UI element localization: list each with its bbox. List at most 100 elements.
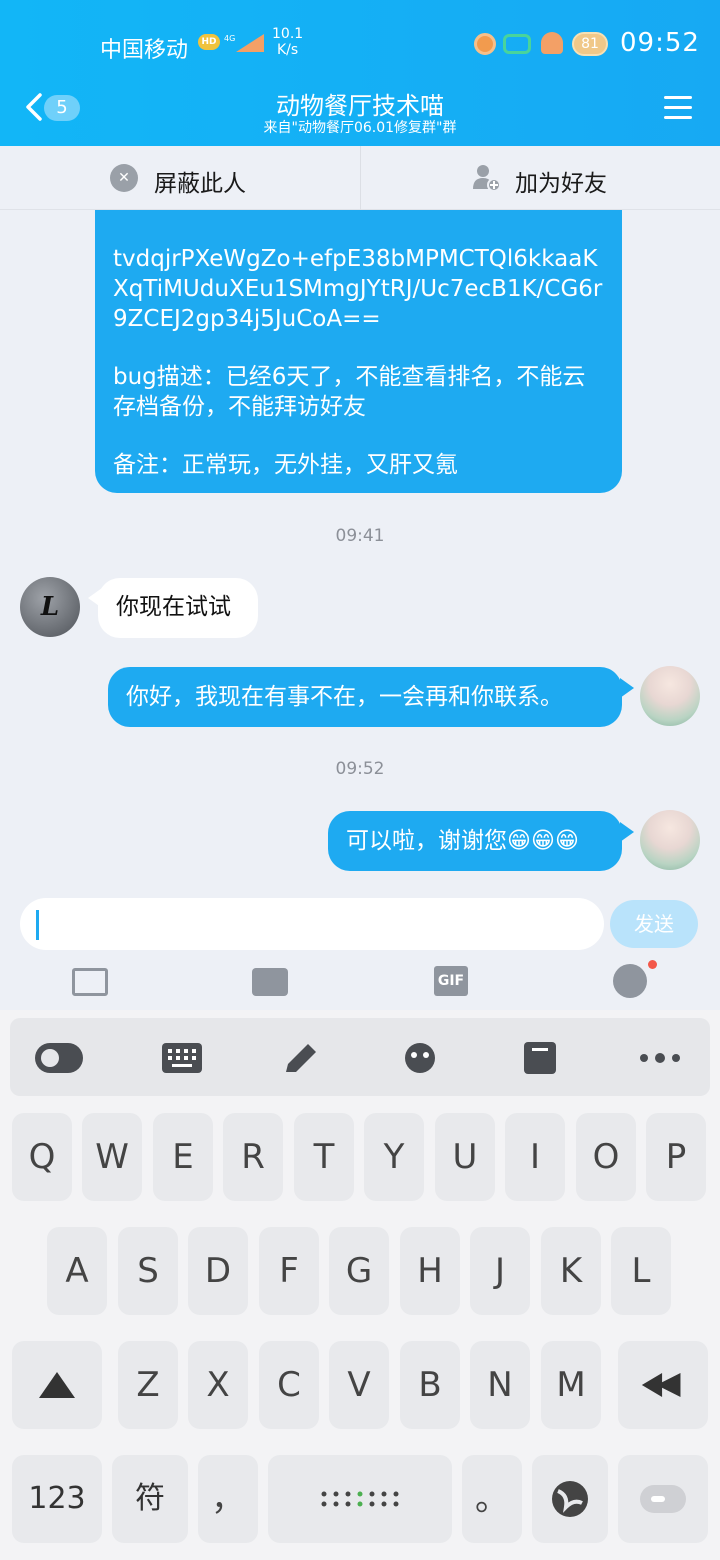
key-l[interactable]: L (611, 1227, 671, 1315)
message-token-text: tvdqjrPXeWgZo+efpE38bMPMCTQl6kkaaKXqTiMU… (113, 246, 603, 332)
gif-icon[interactable]: GIF (434, 966, 468, 996)
avatar[interactable]: L (20, 577, 80, 637)
message-bubble-sent[interactable]: 可以啦，谢谢您😁😁😁 (328, 811, 622, 871)
chevron-left-icon (26, 93, 42, 121)
message-bug-text: bug描述：已经6天了，不能查看排名，不能云存档备份，不能拜访好友 (113, 364, 586, 420)
enter-key[interactable] (618, 1455, 708, 1543)
globe-icon (552, 1481, 588, 1517)
space-key[interactable] (268, 1455, 452, 1543)
signal-icon (236, 34, 264, 52)
key-s[interactable]: S (118, 1227, 178, 1315)
avatar-self[interactable] (640, 810, 700, 870)
key-m[interactable]: M (541, 1341, 601, 1429)
emoji-icon[interactable] (613, 964, 647, 998)
shift-key[interactable] (12, 1341, 102, 1429)
camera-icon[interactable] (252, 968, 288, 996)
key-f[interactable]: F (259, 1227, 319, 1315)
add-friend-icon (473, 165, 501, 192)
pen-icon[interactable] (280, 1042, 330, 1074)
toggle-icon[interactable] (34, 1042, 84, 1074)
key-q[interactable]: Q (12, 1113, 72, 1201)
battery-indicator: 81 (572, 32, 608, 56)
keyboard-toolbar (10, 1018, 710, 1096)
key-p[interactable]: P (646, 1113, 706, 1201)
text-caret (36, 910, 39, 940)
message-bubble-sent[interactable]: tvdqjrPXeWgZo+efpE38bMPMCTQl6kkaaKXqTiMU… (95, 210, 622, 493)
key-n[interactable]: N (470, 1341, 530, 1429)
message-timestamp: 09:41 (335, 526, 385, 546)
bubble-tail (620, 678, 634, 698)
status-time: 09:52 (620, 28, 700, 58)
block-user-button[interactable]: ✕ 屏蔽此人 (0, 146, 360, 210)
bell-icon (541, 32, 563, 54)
shift-icon (39, 1372, 75, 1398)
message-timestamp: 09:52 (335, 759, 385, 779)
unread-badge: 5 (44, 95, 80, 121)
key-i[interactable]: I (505, 1113, 565, 1201)
block-label: 屏蔽此人 (154, 171, 246, 197)
space-dots-icon (321, 1491, 399, 1507)
network-type: 4G (224, 34, 236, 43)
keyboard-icon[interactable] (160, 1042, 210, 1074)
network-speed: 10.1 K/s (272, 26, 303, 58)
bubble-tail (620, 822, 634, 842)
status-bar: 中国移动 HD 4G 10.1 K/s 81 09:52 (0, 20, 720, 68)
avatar-self[interactable] (640, 666, 700, 726)
key-u[interactable]: U (435, 1113, 495, 1201)
chat-title: 动物餐厅技术喵 (276, 92, 444, 120)
hd-icon: HD (198, 34, 220, 50)
period-key[interactable]: 。 (462, 1455, 522, 1543)
key-k[interactable]: K (541, 1227, 601, 1315)
block-icon: ✕ (110, 164, 138, 192)
message-bubble-sent[interactable]: 你好，我现在有事不在，一会再和你联系。 (108, 667, 622, 727)
language-key[interactable] (532, 1455, 608, 1543)
carrier-name: 中国移动 (100, 38, 189, 63)
key-b[interactable]: B (400, 1341, 460, 1429)
numbers-key[interactable]: 123 (12, 1455, 102, 1543)
key-j[interactable]: J (470, 1227, 530, 1315)
key-c[interactable]: C (259, 1341, 319, 1429)
key-o[interactable]: O (576, 1113, 636, 1201)
key-a[interactable]: A (47, 1227, 107, 1315)
alarm-icon (474, 33, 496, 55)
speed-value: 10.1 (272, 26, 304, 42)
message-input[interactable] (20, 898, 604, 950)
image-icon[interactable] (72, 968, 108, 996)
back-button[interactable] (22, 92, 46, 122)
comma-key[interactable]: ， (198, 1455, 258, 1543)
key-v[interactable]: V (329, 1341, 389, 1429)
menu-button[interactable] (664, 96, 692, 120)
chat-subtitle: 来自"动物餐厅06.01修复群"群 (263, 120, 457, 136)
more-icon[interactable] (636, 1042, 686, 1074)
key-g[interactable]: G (329, 1227, 389, 1315)
delete-key[interactable] (618, 1341, 708, 1429)
key-y[interactable]: Y (364, 1113, 424, 1201)
add-friend-label: 加为好友 (515, 171, 607, 197)
emoji-face-icon[interactable] (400, 1042, 450, 1074)
chat-header: 中国移动 HD 4G 10.1 K/s 81 09:52 5 动物餐厅技术喵 来… (0, 0, 720, 146)
menu-icon-line (664, 106, 692, 109)
action-bar: ✕ 屏蔽此人 加为好友 (0, 146, 720, 210)
message-note-text: 备注：正常玩，无外挂，又肝又氪 (113, 452, 458, 478)
speed-unit: K/s (276, 42, 299, 58)
key-w[interactable]: W (82, 1113, 142, 1201)
key-e[interactable]: E (153, 1113, 213, 1201)
menu-icon (664, 96, 692, 99)
wechat-notify-icon (503, 34, 531, 54)
symbols-key[interactable]: 符 (112, 1455, 188, 1543)
key-x[interactable]: X (188, 1341, 248, 1429)
key-t[interactable]: T (294, 1113, 354, 1201)
key-h[interactable]: H (400, 1227, 460, 1315)
send-button[interactable]: 发送 (610, 900, 698, 948)
clipboard-icon[interactable] (522, 1042, 572, 1074)
key-z[interactable]: Z (118, 1341, 178, 1429)
menu-icon-line (664, 116, 692, 119)
backspace-icon (641, 1373, 681, 1397)
enter-icon (640, 1485, 686, 1513)
keyboard: Q W E R T Y U I O P A S D F G H J K L Z … (0, 1010, 720, 1560)
message-bubble-received[interactable]: 你现在试试 (98, 578, 258, 638)
add-friend-button[interactable]: 加为好友 (360, 146, 720, 210)
key-d[interactable]: D (188, 1227, 248, 1315)
notification-dot (648, 960, 657, 969)
key-r[interactable]: R (223, 1113, 283, 1201)
